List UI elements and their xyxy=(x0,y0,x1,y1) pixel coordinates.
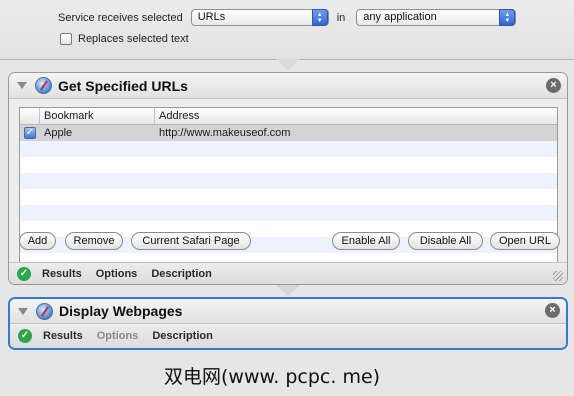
results-tab[interactable]: Results xyxy=(42,268,82,280)
checkbox-column-header xyxy=(20,108,40,124)
table-body: ✓ Apple http://www.makeuseof.com xyxy=(20,125,557,284)
close-icon[interactable]: × xyxy=(545,303,560,318)
disable-all-button[interactable]: Disable All xyxy=(408,232,483,250)
application-value: any application xyxy=(363,11,437,23)
action-title: Display Webpages xyxy=(59,303,183,319)
safari-icon xyxy=(36,302,53,320)
action-footer: ✓ Results Options Description xyxy=(9,262,567,284)
safari-icon xyxy=(35,77,52,94)
table-row[interactable] xyxy=(20,173,557,189)
row-checkbox-cell: ✓ xyxy=(20,127,40,139)
column-header-bookmark[interactable]: Bookmark xyxy=(40,108,155,124)
options-tab[interactable]: Options xyxy=(97,330,139,342)
popup-arrows-icon: ▲ ▼ xyxy=(311,9,328,26)
table-header: Bookmark Address xyxy=(20,108,557,125)
action-header[interactable]: Display Webpages × xyxy=(10,299,566,324)
replaces-text-checkbox[interactable] xyxy=(60,33,72,45)
input-type-value: URLs xyxy=(197,11,226,23)
resize-grip-icon[interactable] xyxy=(553,271,563,281)
urls-table[interactable]: Bookmark Address ✓ Apple http://www.make… xyxy=(19,107,558,284)
action-footer: ✓ Results Options Description xyxy=(10,324,566,348)
open-url-button[interactable]: Open URL xyxy=(490,232,560,250)
bookmark-cell[interactable]: Apple xyxy=(40,127,155,139)
add-button[interactable]: Add xyxy=(19,232,56,250)
input-type-popup[interactable]: URLs ▲ ▼ xyxy=(190,9,329,26)
connector-notch xyxy=(276,285,300,296)
column-header-address[interactable]: Address xyxy=(155,108,199,124)
watermark-text: 双电网(www. pcpc. me) xyxy=(164,366,381,388)
table-row[interactable] xyxy=(20,189,557,205)
results-tab[interactable]: Results xyxy=(43,330,83,342)
table-row[interactable]: ✓ Apple http://www.makeuseof.com xyxy=(20,125,557,141)
current-safari-page-button[interactable]: Current Safari Page xyxy=(131,232,251,250)
checkmark-icon: ✓ xyxy=(18,329,32,343)
action-header[interactable]: Get Specified URLs × xyxy=(9,73,567,99)
checkmark-icon: ✓ xyxy=(17,266,31,281)
table-button-row: Add Remove Current Safari Page Enable Al… xyxy=(19,232,560,250)
description-tab[interactable]: Description xyxy=(152,330,213,342)
popup-arrows-icon: ▲ ▼ xyxy=(499,9,516,26)
table-row[interactable] xyxy=(20,205,557,221)
service-settings-bar: Service receives selected URLs ▲ ▼ in any… xyxy=(0,0,574,60)
description-tab[interactable]: Description xyxy=(151,268,212,280)
disclosure-triangle-icon[interactable] xyxy=(17,82,27,89)
action-display-webpages[interactable]: Display Webpages × ✓ Results Options Des… xyxy=(8,297,568,350)
table-row[interactable] xyxy=(20,141,557,157)
enable-all-button[interactable]: Enable All xyxy=(332,232,400,250)
remove-button[interactable]: Remove xyxy=(65,232,123,250)
service-input-row: Service receives selected URLs ▲ ▼ in any… xyxy=(58,9,517,26)
address-cell[interactable]: http://www.makeuseof.com xyxy=(155,127,290,139)
replaces-text-row[interactable]: Replaces selected text xyxy=(60,33,189,45)
connector-notch xyxy=(276,59,300,71)
table-row[interactable] xyxy=(20,157,557,173)
in-label: in xyxy=(336,11,346,24)
close-icon[interactable]: × xyxy=(546,78,561,93)
service-receives-label: Service receives selected xyxy=(58,11,183,24)
options-tab[interactable]: Options xyxy=(96,268,138,280)
replaces-text-label: Replaces selected text xyxy=(78,33,189,45)
application-popup[interactable]: any application ▲ ▼ xyxy=(356,9,517,26)
disclosure-triangle-icon[interactable] xyxy=(18,307,28,315)
action-title: Get Specified URLs xyxy=(58,77,188,94)
action-get-specified-urls[interactable]: Get Specified URLs × Bookmark Address ✓ … xyxy=(8,72,568,285)
row-enabled-checkbox[interactable]: ✓ xyxy=(24,127,36,139)
